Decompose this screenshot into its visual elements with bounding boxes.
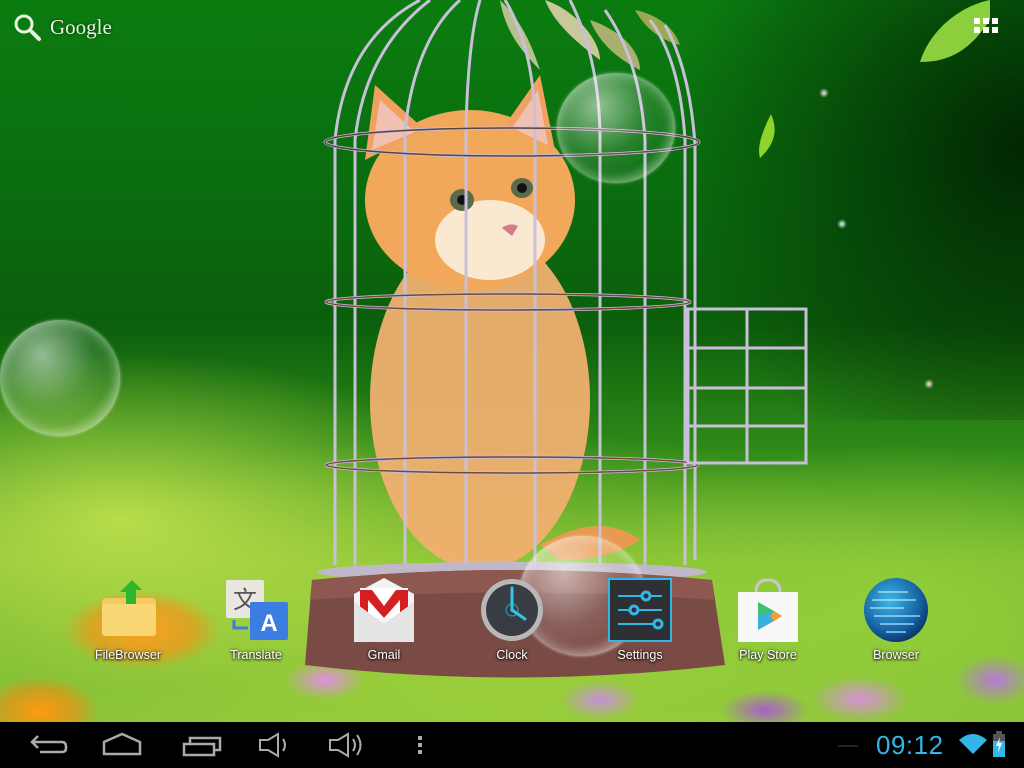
app-browser[interactable]: Browser <box>848 578 944 668</box>
recent-apps-icon <box>182 736 222 757</box>
overflow-menu-button[interactable] <box>396 730 444 760</box>
notification-placeholder <box>838 745 858 747</box>
volume-up-icon <box>329 732 362 758</box>
volume-down-icon <box>259 732 286 758</box>
google-search-label: Google <box>50 14 112 39</box>
home-icon <box>102 732 142 756</box>
app-label: Browser <box>873 648 919 662</box>
overflow-menu-icon <box>418 736 422 754</box>
app-label: Gmail <box>367 648 401 662</box>
settings-icon <box>608 578 672 642</box>
volume-up-button[interactable] <box>324 730 372 760</box>
app-label: FileBrowser <box>95 648 161 662</box>
volume-down-button[interactable] <box>254 730 302 760</box>
translate-icon: 文 A <box>226 580 288 640</box>
google-search-bar[interactable]: Google <box>12 12 112 42</box>
clock-icon <box>481 579 543 641</box>
home-button[interactable] <box>98 730 146 760</box>
app-translate[interactable]: 文 A Translate <box>208 578 304 668</box>
status-clock[interactable]: 09:12 <box>876 730 944 761</box>
app-label: Play Store <box>739 648 797 662</box>
recent-apps-button[interactable] <box>178 730 226 760</box>
svg-text:A: A <box>260 610 277 637</box>
gmail-icon <box>354 578 414 642</box>
app-label: Translate <box>230 648 282 662</box>
app-gmail[interactable]: Gmail <box>336 578 432 668</box>
system-navigation-bar <box>0 722 1024 768</box>
back-icon <box>30 735 68 754</box>
bubble <box>0 320 120 436</box>
all-apps-button[interactable] <box>974 18 1002 38</box>
battery-charging-icon <box>993 731 1005 757</box>
bubble <box>557 73 675 183</box>
app-clock[interactable]: Clock <box>464 578 560 668</box>
file-browser-icon <box>102 580 156 636</box>
app-play-store[interactable]: Play Store <box>720 578 816 668</box>
app-label: Clock <box>496 648 528 662</box>
browser-icon <box>864 578 928 642</box>
app-settings[interactable]: Settings <box>592 578 688 668</box>
play-store-icon <box>738 578 798 642</box>
wifi-icon <box>959 734 987 754</box>
back-button[interactable] <box>20 730 68 760</box>
app-label: Settings <box>617 648 663 662</box>
search-icon <box>14 14 41 41</box>
app-filebrowser[interactable]: FileBrowser <box>80 578 176 668</box>
